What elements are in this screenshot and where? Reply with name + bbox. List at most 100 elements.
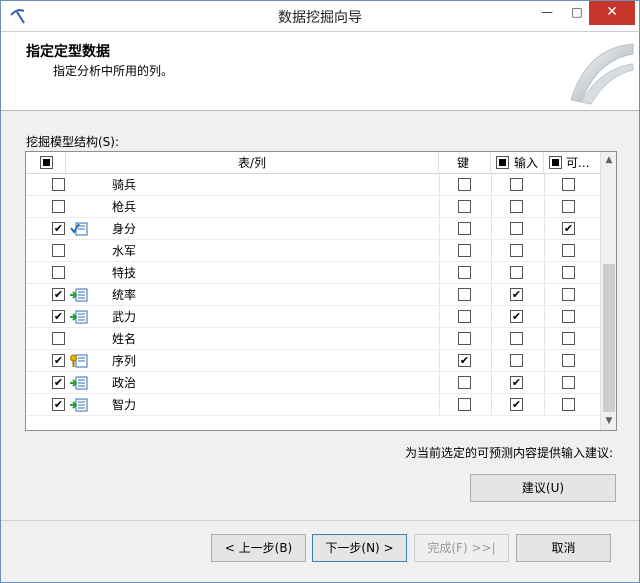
column-divider [439, 306, 440, 327]
table-row[interactable]: 统率 [26, 284, 600, 306]
wizard-header: 指定定型数据 指定分析中所用的列。 [1, 31, 639, 111]
suggest-description: 为当前选定的可预测内容提供输入建议: [405, 446, 614, 460]
include-checkbox[interactable] [52, 222, 65, 235]
column-divider [491, 262, 492, 283]
predict-checkbox[interactable] [562, 244, 575, 257]
table-row[interactable]: 枪兵 [26, 196, 600, 218]
predict-checkbox[interactable] [562, 222, 575, 235]
predict-checkbox[interactable] [562, 398, 575, 411]
key-checkbox[interactable] [458, 222, 471, 235]
predict-checkbox[interactable] [562, 376, 575, 389]
key-checkbox[interactable] [458, 354, 471, 367]
input-checkbox[interactable] [510, 222, 523, 235]
input-checkbox[interactable] [510, 354, 523, 367]
predict-checkbox[interactable] [562, 200, 575, 213]
key-checkbox[interactable] [458, 288, 471, 301]
key-checkbox[interactable] [458, 178, 471, 191]
key-checkbox[interactable] [458, 244, 471, 257]
close-button[interactable]: ✕ [589, 1, 635, 25]
wizard-window: 数据挖掘向导 — □ ✕ 指定定型数据 指定分析中所用的列。 挖掘模型结构(S)… [0, 0, 640, 583]
input-checkbox[interactable] [510, 310, 523, 323]
include-checkbox[interactable] [52, 310, 65, 323]
vertical-scrollbar[interactable]: ▲ ▼ [600, 152, 616, 430]
key-column-icon [70, 354, 88, 368]
header-predict-label[interactable]: 可... [566, 152, 589, 174]
minimize-button[interactable]: — [533, 1, 561, 25]
include-checkbox[interactable] [52, 178, 65, 191]
column-divider [544, 284, 545, 305]
include-checkbox[interactable] [52, 398, 65, 411]
predict-checkbox[interactable] [562, 178, 575, 191]
title-bar[interactable]: 数据挖掘向导 — □ ✕ [1, 1, 639, 31]
column-divider [491, 284, 492, 305]
predict-checkbox[interactable] [562, 266, 575, 279]
input-checkbox[interactable] [510, 332, 523, 345]
input-checkbox[interactable] [510, 266, 523, 279]
column-divider [439, 284, 440, 305]
input-checkbox[interactable] [510, 178, 523, 191]
include-checkbox[interactable] [52, 332, 65, 345]
key-checkbox[interactable] [458, 200, 471, 213]
key-checkbox[interactable] [458, 376, 471, 389]
scrollbar-thumb[interactable] [603, 264, 615, 412]
include-checkbox[interactable] [52, 244, 65, 257]
column-divider [439, 218, 440, 239]
next-button[interactable]: 下一步(N) > [312, 534, 407, 562]
table-row[interactable]: 身分 [26, 218, 600, 240]
input-checkbox[interactable] [510, 200, 523, 213]
input-checkbox[interactable] [510, 244, 523, 257]
column-divider [544, 174, 545, 195]
table-row[interactable]: 政治 [26, 372, 600, 394]
header-key-column[interactable]: 键 [439, 152, 491, 174]
include-checkbox[interactable] [52, 266, 65, 279]
input-column-icon [70, 310, 88, 324]
input-checkbox[interactable] [510, 398, 523, 411]
predict-checkbox[interactable] [562, 332, 575, 345]
input-all-checkbox[interactable] [496, 156, 509, 169]
table-row[interactable]: 武力 [26, 306, 600, 328]
table-row[interactable]: 特技 [26, 262, 600, 284]
column-name: 枪兵 [112, 200, 137, 214]
maximize-button[interactable]: □ [563, 1, 591, 25]
suggest-button[interactable]: 建议(U) [470, 474, 616, 502]
header-input-label[interactable]: 输入 [514, 152, 538, 174]
table-row[interactable]: 水军 [26, 240, 600, 262]
table-row[interactable]: 智力 [26, 394, 600, 416]
input-column-icon [70, 288, 88, 302]
key-checkbox[interactable] [458, 266, 471, 279]
table-row[interactable]: 序列 [26, 350, 600, 372]
select-all-checkbox[interactable] [40, 156, 53, 169]
column-divider [544, 350, 545, 371]
predict-checkbox[interactable] [562, 288, 575, 301]
column-name: 特技 [112, 266, 137, 280]
finish-button[interactable]: 完成(F) >>| [414, 534, 509, 562]
scroll-down-icon[interactable]: ▼ [601, 413, 616, 430]
column-name: 骑兵 [112, 178, 137, 192]
input-checkbox[interactable] [510, 376, 523, 389]
predict-checkbox[interactable] [562, 354, 575, 367]
column-name: 智力 [112, 398, 137, 412]
table-row[interactable]: 姓名 [26, 328, 600, 350]
cancel-button[interactable]: 取消 [516, 534, 611, 562]
input-checkbox[interactable] [510, 288, 523, 301]
header-predict-column: 可... [544, 152, 600, 174]
column-name: 序列 [112, 354, 137, 368]
key-checkbox[interactable] [458, 310, 471, 323]
scroll-up-icon[interactable]: ▲ [601, 152, 616, 169]
predict-checkbox[interactable] [562, 310, 575, 323]
include-checkbox[interactable] [52, 200, 65, 213]
column-name: 身分 [112, 222, 137, 236]
back-button[interactable]: < 上一步(B) [211, 534, 306, 562]
column-divider [491, 306, 492, 327]
column-divider [491, 372, 492, 393]
table-row[interactable]: 骑兵 [26, 174, 600, 196]
column-divider [439, 350, 440, 371]
include-checkbox[interactable] [52, 354, 65, 367]
key-checkbox[interactable] [458, 398, 471, 411]
key-checkbox[interactable] [458, 332, 471, 345]
column-divider [439, 328, 440, 349]
include-checkbox[interactable] [52, 288, 65, 301]
predict-all-checkbox[interactable] [549, 156, 562, 169]
include-checkbox[interactable] [52, 376, 65, 389]
header-table-column[interactable]: 表/列 [66, 152, 439, 174]
